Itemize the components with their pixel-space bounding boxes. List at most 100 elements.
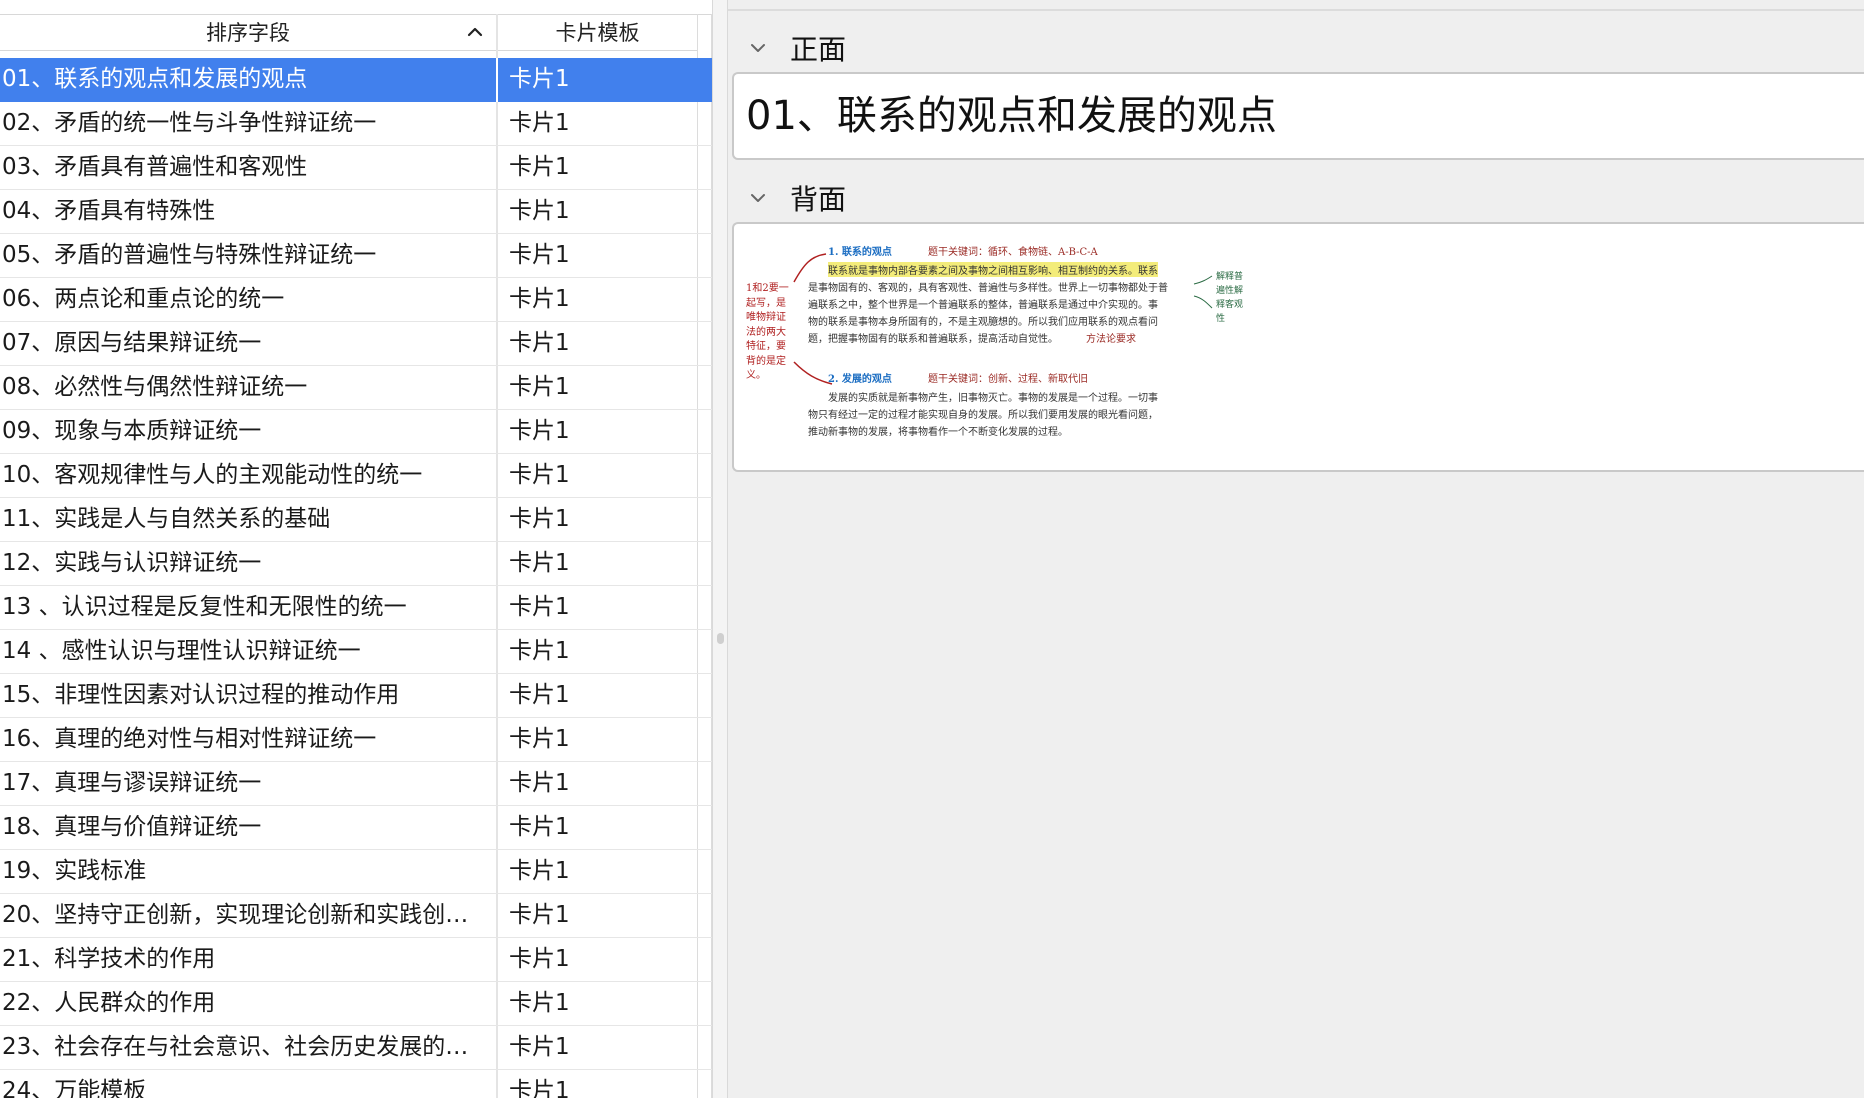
row-sort-field-cell: 24、万能模板 bbox=[2, 1078, 147, 1098]
front-field[interactable]: 01、联系的观点和发展的观点 bbox=[732, 72, 1864, 160]
row-card-template-cell: 卡片1 bbox=[509, 418, 570, 444]
table-row[interactable]: 19、实践标准 卡片1 bbox=[0, 850, 712, 894]
chevron-down-icon[interactable] bbox=[748, 191, 768, 205]
pane-splitter[interactable] bbox=[712, 0, 728, 1098]
row-sort-field-cell: 13 、认识过程是反复性和无限性的统一 bbox=[2, 594, 407, 620]
editor-top-border bbox=[728, 0, 1864, 11]
row-sort-field-cell: 11、实践是人与自然关系的基础 bbox=[2, 506, 331, 532]
row-sort-field-cell: 18、真理与价值辩证统一 bbox=[2, 814, 262, 840]
table-row[interactable]: 20、坚持守正创新，实现理论创新和实践创… 卡片1 bbox=[0, 894, 712, 938]
note-heading-1: 1. 联系的观点 bbox=[828, 247, 892, 258]
front-field-text[interactable]: 01、联系的观点和发展的观点 bbox=[746, 74, 1277, 158]
row-sort-field-cell: 10、客观规律性与人的主观能动性的统一 bbox=[2, 462, 423, 488]
table-row[interactable]: 17、真理与谬误辩证统一 卡片1 bbox=[0, 762, 712, 806]
sort-ascending-icon[interactable] bbox=[462, 20, 488, 44]
row-card-template-cell: 卡片1 bbox=[509, 638, 570, 664]
note-right-comment: 解释普遍性解释客观性 bbox=[1216, 272, 1244, 324]
row-card-template-cell: 卡片1 bbox=[509, 902, 570, 928]
table-row[interactable]: 16、真理的绝对性与相对性辩证统一 卡片1 bbox=[0, 718, 712, 762]
table-row[interactable]: 11、实践是人与自然关系的基础 卡片1 bbox=[0, 498, 712, 542]
note-method-tag: 方法论要求 bbox=[1086, 334, 1136, 345]
table-row[interactable]: 09、现象与本质辩证统一 卡片1 bbox=[0, 410, 712, 454]
row-sort-field-cell: 08、必然性与偶然性辩证统一 bbox=[2, 374, 308, 400]
row-card-template-cell: 卡片1 bbox=[509, 594, 570, 620]
card-list-rows: 01、联系的观点和发展的观点 卡片1 02、矛盾的统一性与斗争性辩证统一 卡片1 03、… bbox=[0, 58, 712, 1098]
table-row[interactable]: 10、客观规律性与人的主观能动性的统一 卡片1 bbox=[0, 454, 712, 498]
row-card-template-cell: 卡片1 bbox=[509, 374, 570, 400]
note-line: 遍联系之中，整个世界是一个普遍联系的整体，普遍联系是通过中介实现的。事 bbox=[808, 300, 1158, 311]
front-section-header[interactable]: 正面 bbox=[748, 30, 846, 66]
row-card-template-cell: 卡片1 bbox=[509, 946, 570, 972]
chevron-down-icon[interactable] bbox=[748, 41, 768, 55]
row-sort-field-cell: 16、真理的绝对性与相对性辩证统一 bbox=[2, 726, 377, 752]
card-template-header-label: 卡片模板 bbox=[555, 21, 640, 45]
back-label: 背面 bbox=[790, 183, 847, 216]
table-row[interactable]: 06、两点论和重点论的统一 卡片1 bbox=[0, 278, 712, 322]
table-row[interactable]: 05、矛盾的普遍性与特殊性辩证统一 卡片1 bbox=[0, 234, 712, 278]
row-sort-field-cell: 01、联系的观点和发展的观点 bbox=[2, 66, 308, 92]
row-card-template-cell: 卡片1 bbox=[509, 154, 570, 180]
row-card-template-cell: 卡片1 bbox=[509, 550, 570, 576]
row-sort-field-cell: 14 、感性认识与理性认识辩证统一 bbox=[2, 638, 361, 664]
row-sort-field-cell: 03、矛盾具有普遍性和客观性 bbox=[2, 154, 308, 180]
table-header: 排序字段 卡片模板 bbox=[0, 14, 697, 51]
table-row[interactable]: 13 、认识过程是反复性和无限性的统一 卡片1 bbox=[0, 586, 712, 630]
note-line: 题，把握事物固有的联系和普遍联系，提高活动自觉性。 bbox=[808, 334, 1058, 345]
row-sort-field-cell: 20、坚持守正创新，实现理论创新和实践创… bbox=[2, 902, 469, 928]
row-sort-field-cell: 22、人民群众的作用 bbox=[2, 990, 216, 1016]
table-row[interactable]: 24、万能模板 卡片1 bbox=[0, 1070, 712, 1098]
table-row[interactable]: 22、人民群众的作用 卡片1 bbox=[0, 982, 712, 1026]
row-card-template-cell: 卡片1 bbox=[509, 682, 570, 708]
row-sort-field-cell: 02、矛盾的统一性与斗争性辩证统一 bbox=[2, 110, 377, 136]
row-card-template-cell: 卡片1 bbox=[509, 814, 570, 840]
note-keywords-1: 题干关键词：循环、食物链、A-B-C-A bbox=[928, 247, 1098, 258]
row-sort-field-cell: 06、两点论和重点论的统一 bbox=[2, 286, 285, 312]
row-sort-field-cell: 15、非理性因素对认识过程的推动作用 bbox=[2, 682, 400, 708]
table-row[interactable]: 08、必然性与偶然性辩证统一 卡片1 bbox=[0, 366, 712, 410]
table-row[interactable]: 04、矛盾具有特殊性 卡片1 bbox=[0, 190, 712, 234]
row-card-template-cell: 卡片1 bbox=[509, 198, 570, 224]
note-line: 是事物固有的、客观的，具有客观性、普遍性与多样性。世界上一切事物都处于普 bbox=[808, 283, 1168, 294]
row-sort-field-cell: 07、原因与结果辩证统一 bbox=[2, 330, 262, 356]
table-row[interactable]: 07、原因与结果辩证统一 卡片1 bbox=[0, 322, 712, 366]
note-keywords-2: 题干关键词：创新、过程、新取代旧 bbox=[928, 374, 1088, 385]
front-label: 正面 bbox=[790, 33, 847, 66]
row-card-template-cell: 卡片1 bbox=[509, 506, 570, 532]
card-list-panel: 排序字段 卡片模板 01、联系的观点和发展的观点 卡片1 02、矛盾的统一性与斗争性… bbox=[0, 0, 712, 1098]
table-row[interactable]: 14 、感性认识与理性认识辩证统一 卡片1 bbox=[0, 630, 712, 674]
note-line: 物的联系是事物本身所固有的，不是主观臆想的。所以我们应用联系的观点看问 bbox=[808, 317, 1158, 328]
table-row[interactable]: 21、科学技术的作用 卡片1 bbox=[0, 938, 712, 982]
card-editor-panel: 正面 01、联系的观点和发展的观点 背面 1和2要一起写，是唯物辩证法的两大特征… bbox=[728, 0, 1864, 1098]
row-sort-field-cell: 05、矛盾的普遍性与特殊性辩证统一 bbox=[2, 242, 377, 268]
table-row[interactable]: 03、矛盾具有普遍性和客观性 卡片1 bbox=[0, 146, 712, 190]
row-card-template-cell: 卡片1 bbox=[509, 110, 570, 136]
table-row[interactable]: 23、社会存在与社会意识、社会历史发展的… 卡片1 bbox=[0, 1026, 712, 1070]
column-header-card-template[interactable]: 卡片模板 bbox=[498, 14, 697, 50]
row-card-template-cell: 卡片1 bbox=[509, 330, 570, 356]
row-card-template-cell: 卡片1 bbox=[509, 66, 570, 92]
back-field[interactable]: 1和2要一起写，是唯物辩证法的两大特征，要背的是定义。 1. 联系的观点 题干关… bbox=[732, 222, 1864, 472]
table-row[interactable]: 02、矛盾的统一性与斗争性辩证统一 卡片1 bbox=[0, 102, 712, 146]
row-sort-field-cell: 19、实践标准 bbox=[2, 858, 147, 884]
row-card-template-cell: 卡片1 bbox=[509, 286, 570, 312]
row-card-template-cell: 卡片1 bbox=[509, 242, 570, 268]
note-side-comment: 1和2要一起写，是唯物辩证法的两大特征，要背的是定义。 bbox=[746, 283, 789, 381]
back-note-image: 1和2要一起写，是唯物辩证法的两大特征，要背的是定义。 1. 联系的观点 题干关… bbox=[746, 234, 1246, 444]
row-sort-field-cell: 23、社会存在与社会意识、社会历史发展的… bbox=[2, 1034, 469, 1060]
table-row[interactable]: 18、真理与价值辩证统一 卡片1 bbox=[0, 806, 712, 850]
note-line: 推动新事物的发展，将事物看作一个不断变化发展的过程。 bbox=[808, 427, 1068, 438]
row-sort-field-cell: 04、矛盾具有特殊性 bbox=[2, 198, 216, 224]
table-row[interactable]: 15、非理性因素对认识过程的推动作用 卡片1 bbox=[0, 674, 712, 718]
row-card-template-cell: 卡片1 bbox=[509, 1034, 570, 1060]
table-row[interactable]: 12、实践与认识辩证统一 卡片1 bbox=[0, 542, 712, 586]
back-section-header[interactable]: 背面 bbox=[748, 180, 846, 216]
table-row[interactable]: 01、联系的观点和发展的观点 卡片1 bbox=[0, 58, 712, 102]
sort-field-header-label: 排序字段 bbox=[206, 21, 290, 45]
row-sort-field-cell: 12、实践与认识辩证统一 bbox=[2, 550, 262, 576]
row-sort-field-cell: 09、现象与本质辩证统一 bbox=[2, 418, 262, 444]
column-header-sort-field[interactable]: 排序字段 bbox=[0, 14, 496, 50]
splitter-handle-icon[interactable] bbox=[717, 633, 724, 644]
row-card-template-cell: 卡片1 bbox=[509, 1078, 570, 1098]
row-sort-field-cell: 17、真理与谬误辩证统一 bbox=[2, 770, 262, 796]
note-line: 发展的实质就是新事物产生，旧事物灭亡。事物的发展是一个过程。一切事 bbox=[828, 393, 1158, 404]
